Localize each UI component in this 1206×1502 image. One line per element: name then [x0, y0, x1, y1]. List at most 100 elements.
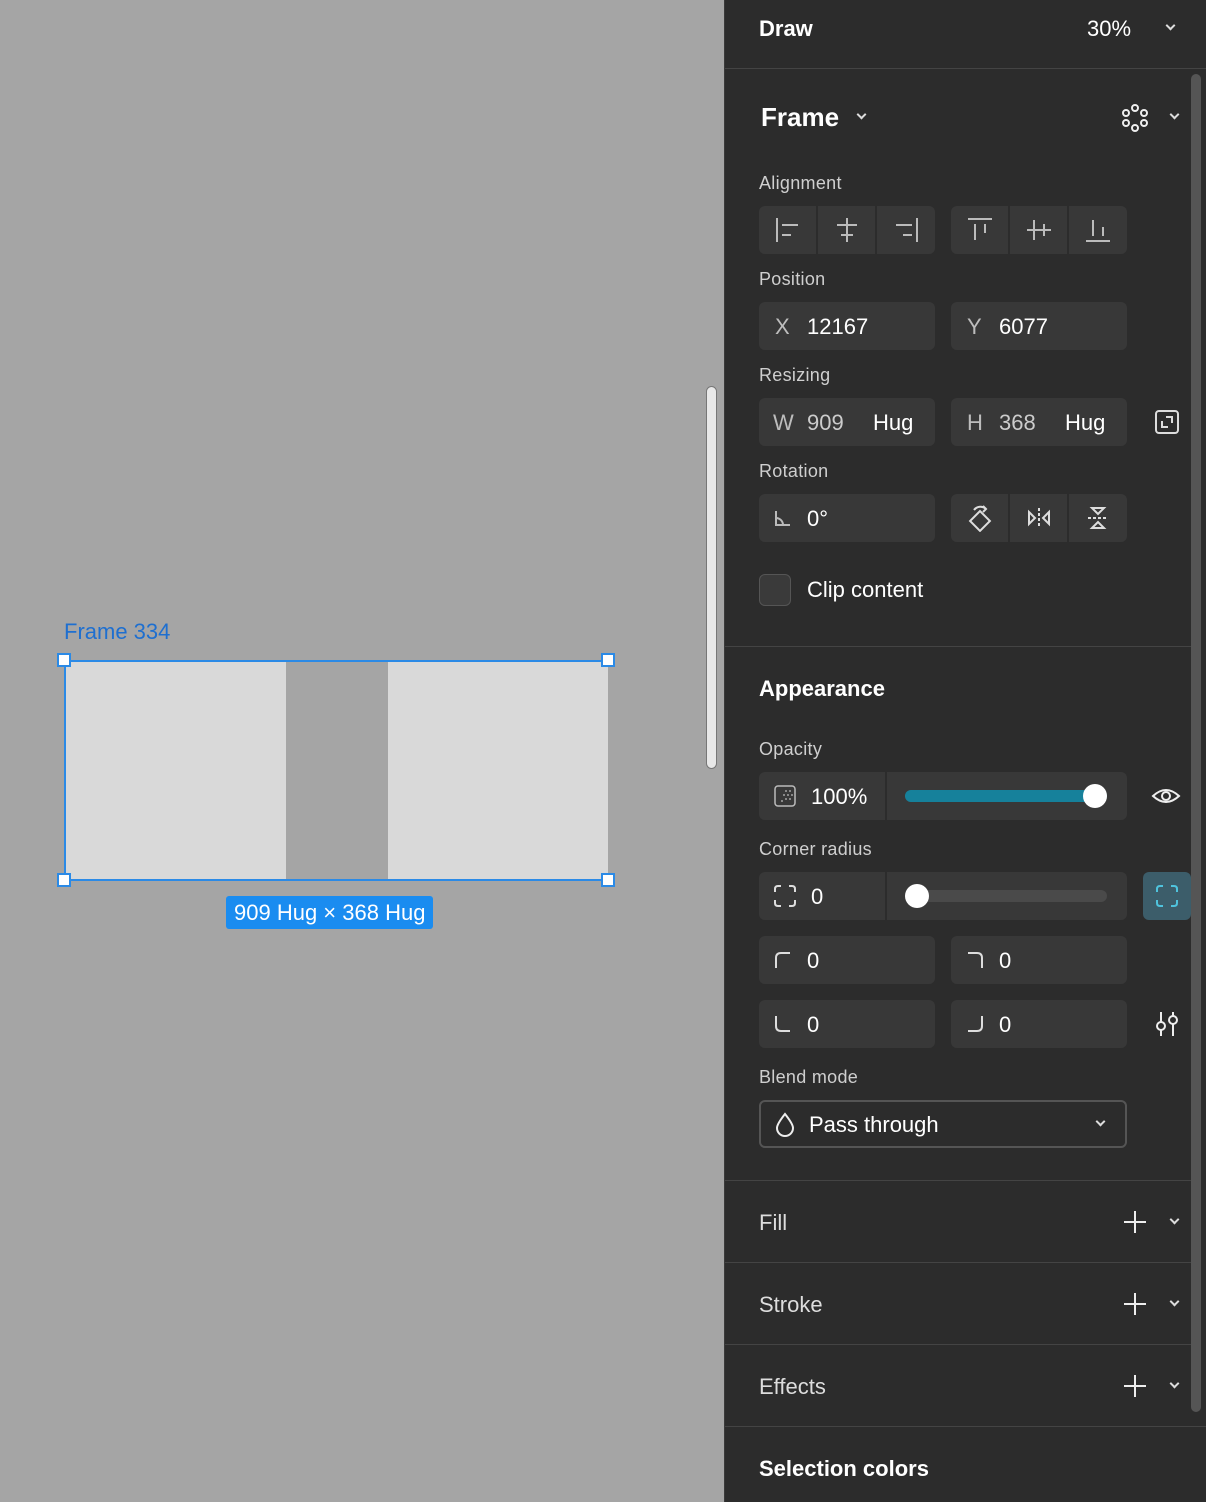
w-prefix: W	[773, 410, 794, 435]
height-field[interactable]: H 368 Hug	[951, 398, 1127, 446]
stroke-title[interactable]: Stroke	[759, 1292, 823, 1318]
corner-bottom-right-value[interactable]: 0	[999, 1012, 1011, 1038]
alignment-label: Alignment	[759, 173, 842, 193]
corner-bottom-right-icon	[968, 1016, 983, 1032]
selection-colors-title[interactable]: Selection colors	[759, 1456, 929, 1482]
rotation-value[interactable]: 0°	[807, 506, 828, 532]
w-mode[interactable]: Hug	[873, 410, 913, 436]
corner-bottom-right-field[interactable]: 0	[951, 1000, 1127, 1048]
mode-label[interactable]: Draw	[759, 16, 813, 42]
fill-title[interactable]: Fill	[759, 1210, 787, 1236]
align-right-button[interactable]	[877, 206, 935, 254]
drop-icon	[775, 1112, 795, 1137]
align-left-icon	[775, 218, 798, 242]
properties-panel: Draw 30% Frame Alignment Position X 1216…	[724, 0, 1206, 1502]
rotate-icon	[968, 505, 991, 532]
rotation-field[interactable]: 0°	[759, 494, 935, 542]
resizing-label: Resizing	[759, 365, 831, 385]
canvas[interactable]: Frame 334 909 Hug × 368 Hug	[0, 0, 724, 1502]
effects-chevron-down-icon[interactable]	[1169, 1378, 1180, 1389]
effects-title[interactable]: Effects	[759, 1374, 826, 1400]
align-top-icon	[967, 218, 992, 240]
corner-bottom-left-value[interactable]: 0	[807, 1012, 819, 1038]
rotate-90-button[interactable]	[951, 494, 1010, 542]
flip-vertical-icon	[1088, 507, 1108, 529]
y-value[interactable]: 6077	[999, 314, 1048, 340]
align-bottom-button[interactable]	[1069, 206, 1127, 254]
corner-top-right-value[interactable]: 0	[999, 948, 1011, 974]
x-position-field[interactable]: X 12167	[759, 302, 935, 350]
corner-radius-value[interactable]: 0	[811, 884, 823, 910]
canvas-scrollbar[interactable]	[706, 386, 717, 769]
h-value[interactable]: 368	[999, 410, 1036, 436]
section-divider	[725, 1180, 1191, 1181]
adjust-sliders-icon[interactable]	[1153, 1010, 1181, 1038]
section-divider	[725, 646, 1191, 647]
blend-mode-label: Blend mode	[759, 1067, 859, 1087]
corner-bottom-left-field[interactable]: 0	[759, 1000, 935, 1048]
y-position-field[interactable]: Y 6077	[951, 302, 1127, 350]
align-horizontal-center-icon	[836, 218, 857, 242]
resize-handle-top-left[interactable]	[57, 653, 71, 667]
resize-handle-top-right[interactable]	[601, 653, 615, 667]
align-right-icon	[896, 218, 918, 242]
resize-handle-bottom-right[interactable]	[601, 873, 615, 887]
corner-top-right-field[interactable]: 0	[951, 936, 1127, 984]
clip-content-checkbox[interactable]	[759, 574, 791, 606]
constrain-proportions-icon[interactable]	[1154, 409, 1180, 435]
selected-frame[interactable]	[64, 660, 608, 881]
frame-child-left[interactable]	[66, 662, 286, 879]
zoom-chevron-down-icon[interactable]	[1165, 20, 1176, 31]
width-field[interactable]: W 909 Hug	[759, 398, 935, 446]
panel-scrollbar[interactable]	[1191, 74, 1201, 1412]
opacity-field[interactable]: 100%	[759, 772, 887, 820]
frame-type-chevron-down-icon[interactable]	[856, 109, 867, 120]
opacity-value[interactable]: 100%	[811, 784, 867, 810]
frame-name-label[interactable]: Frame 334	[64, 619, 170, 645]
align-top-button[interactable]	[951, 206, 1010, 254]
w-value[interactable]: 909	[807, 410, 844, 436]
opacity-label: Opacity	[759, 739, 823, 759]
position-label: Position	[759, 269, 826, 289]
h-prefix: H	[967, 410, 983, 435]
blend-mode-dropdown[interactable]: Pass through	[759, 1100, 1127, 1148]
frame-options-chevron-down-icon[interactable]	[1169, 109, 1180, 120]
add-stroke-plus-icon[interactable]	[1123, 1292, 1147, 1316]
angle-icon	[775, 511, 790, 526]
corner-top-left-field[interactable]: 0	[759, 936, 935, 984]
section-divider	[725, 1262, 1191, 1263]
independent-corners-button[interactable]	[1143, 872, 1191, 920]
clip-content-label[interactable]: Clip content	[807, 577, 923, 603]
flip-vertical-button[interactable]	[1069, 494, 1127, 542]
fill-chevron-down-icon[interactable]	[1169, 1214, 1180, 1225]
corner-radius-field[interactable]: 0	[759, 872, 887, 920]
align-bottom-icon	[1086, 220, 1110, 242]
x-value[interactable]: 12167	[807, 314, 868, 340]
resize-handle-bottom-left[interactable]	[57, 873, 71, 887]
flip-horizontal-button[interactable]	[1010, 494, 1069, 542]
h-mode[interactable]: Hug	[1065, 410, 1105, 436]
frame-type-title[interactable]: Frame	[761, 102, 839, 133]
align-vertical-center-button[interactable]	[1010, 206, 1069, 254]
component-icon[interactable]	[1121, 104, 1149, 132]
corner-top-left-value[interactable]: 0	[807, 948, 819, 974]
zoom-level[interactable]: 30%	[1087, 16, 1131, 42]
corner-top-right-icon	[968, 952, 983, 968]
vertical-align-group	[951, 206, 1127, 254]
eye-icon[interactable]	[1151, 782, 1181, 810]
corner-radius-label: Corner radius	[759, 839, 872, 859]
corner-radius-slider-track[interactable]	[905, 890, 1107, 902]
add-effect-plus-icon[interactable]	[1123, 1374, 1147, 1398]
stroke-chevron-down-icon[interactable]	[1169, 1296, 1180, 1307]
corner-radius-slider-knob[interactable]	[905, 884, 929, 908]
horizontal-align-group	[759, 206, 935, 254]
frame-child-right[interactable]	[388, 662, 608, 879]
y-prefix: Y	[967, 314, 982, 339]
add-fill-plus-icon[interactable]	[1123, 1210, 1147, 1234]
flip-horizontal-icon	[1027, 508, 1050, 528]
x-prefix: X	[775, 314, 790, 339]
size-badge: 909 Hug × 368 Hug	[226, 896, 434, 929]
opacity-slider-knob[interactable]	[1083, 784, 1107, 808]
align-left-button[interactable]	[759, 206, 818, 254]
align-horizontal-center-button[interactable]	[818, 206, 877, 254]
